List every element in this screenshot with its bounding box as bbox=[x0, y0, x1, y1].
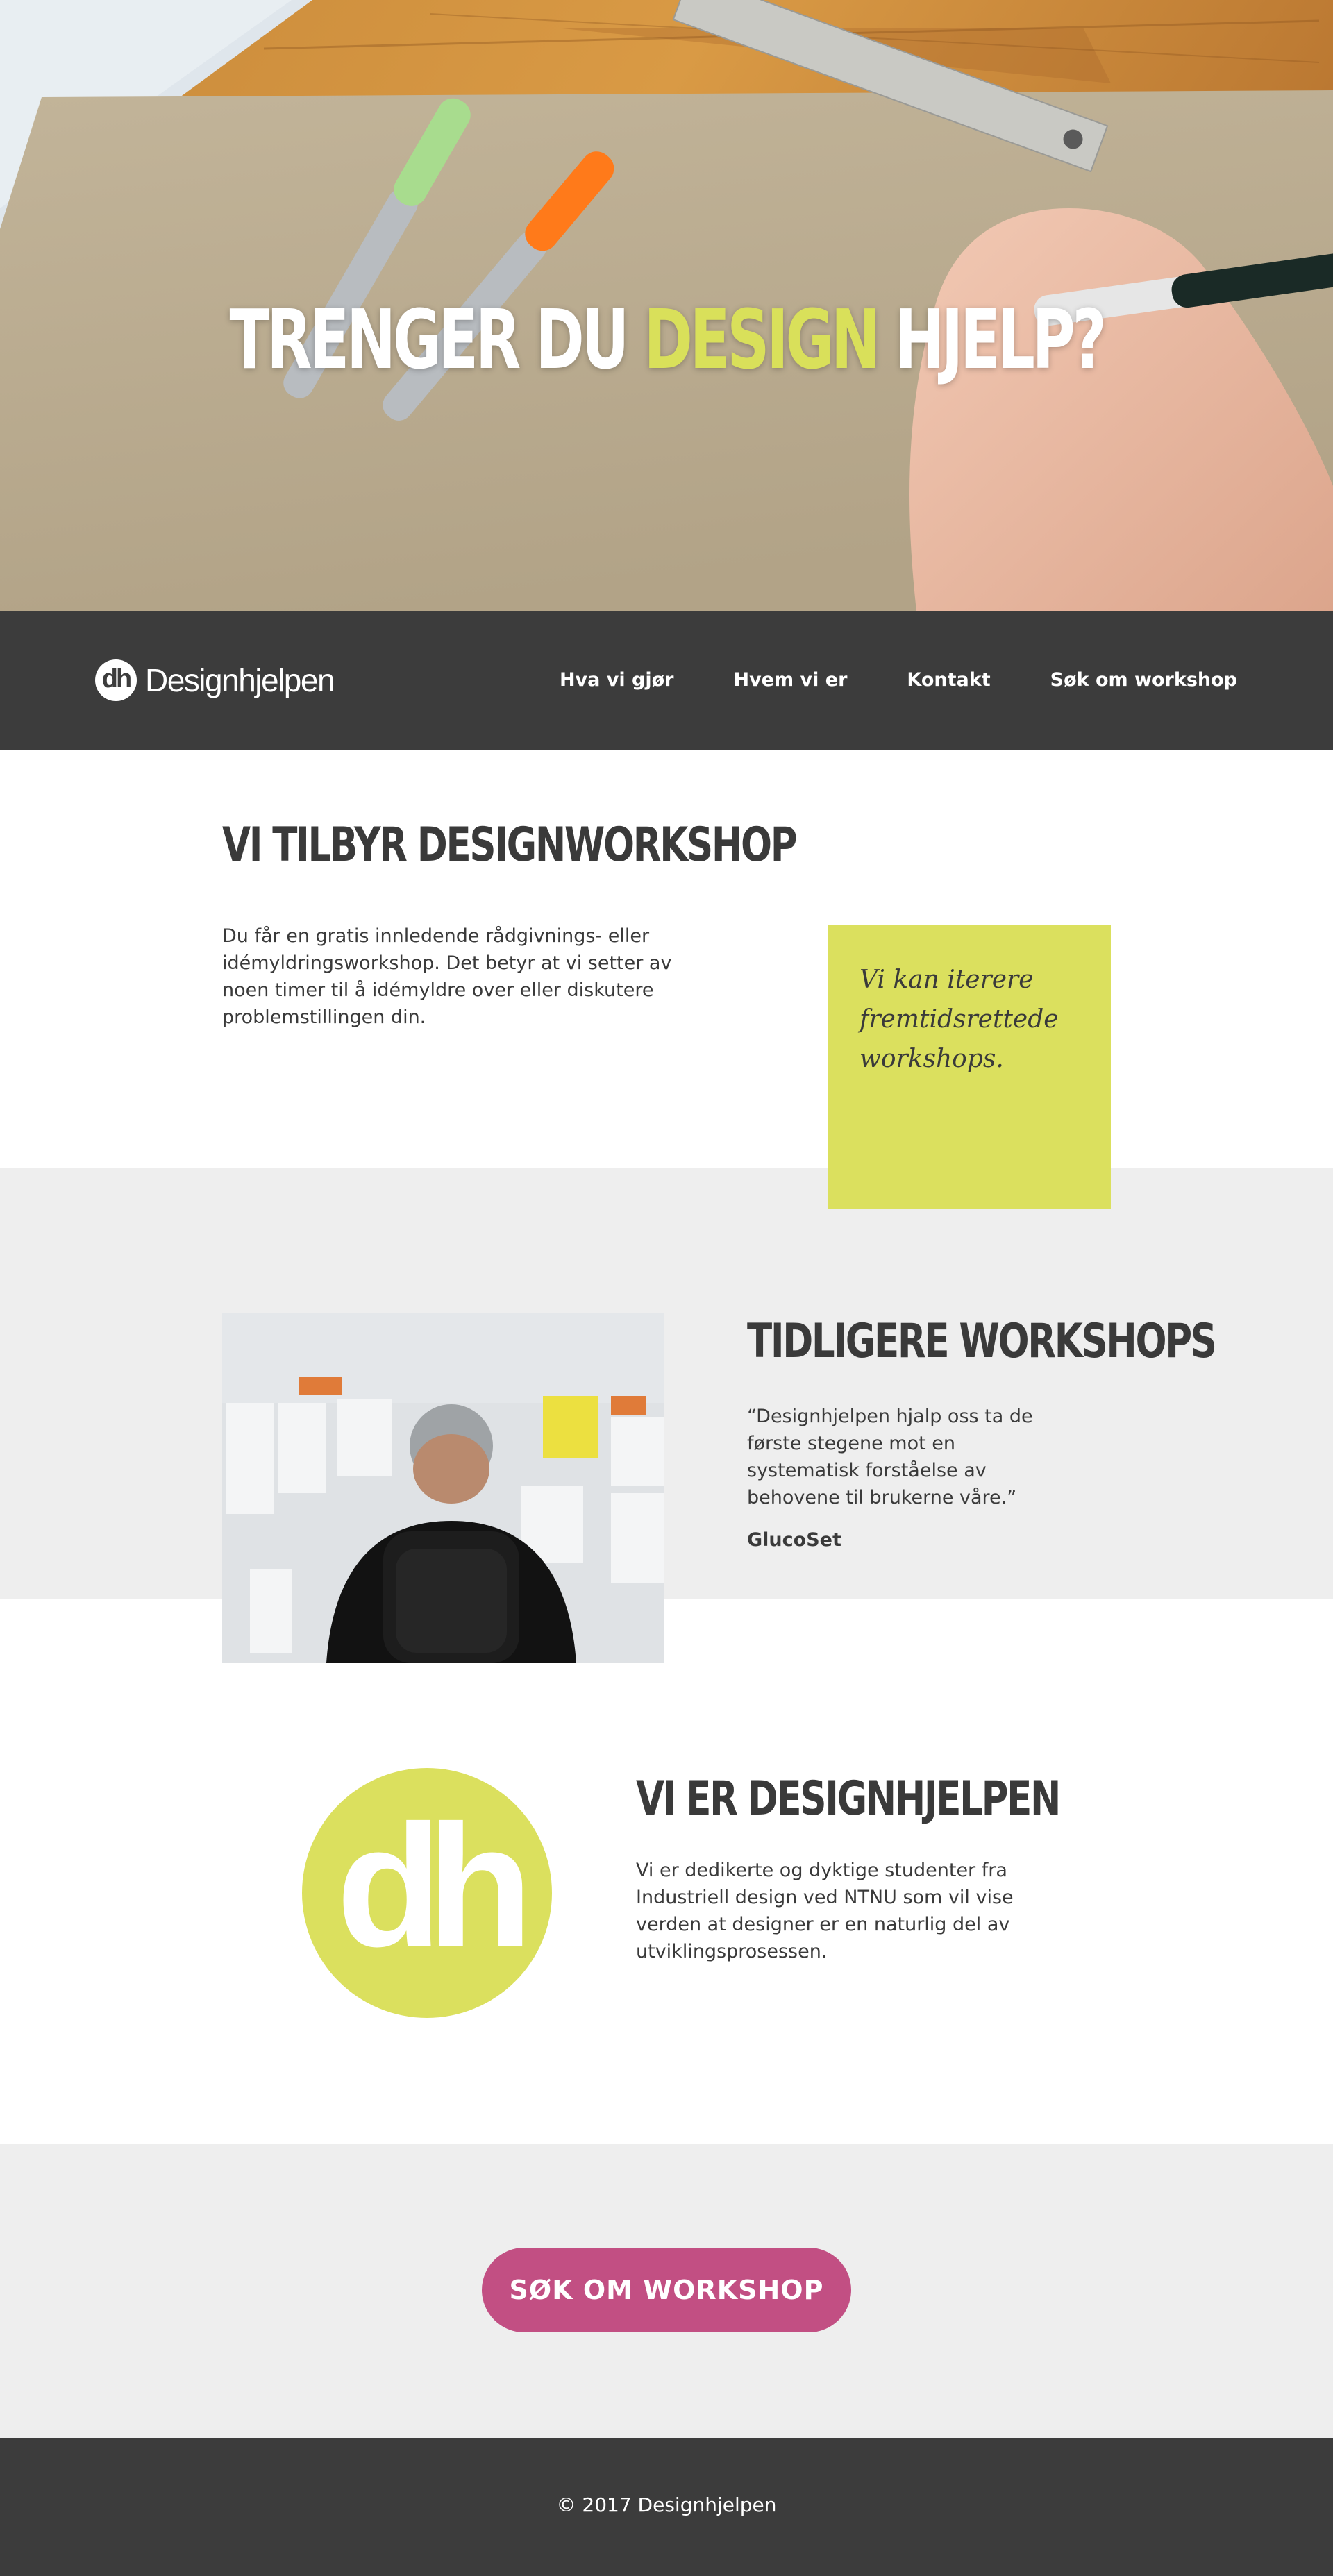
main-nav: Hva vi gjør Hvem vi er Kontakt Søk om wo… bbox=[560, 666, 1237, 694]
logo-mark-text: dh bbox=[101, 664, 132, 693]
big-logo-mark-text: dh bbox=[336, 1789, 533, 1982]
logo-text: Designhjelpen bbox=[145, 662, 335, 698]
about-text: Vi er dedikerte og dyktige studenter fra… bbox=[636, 1860, 1014, 1962]
offer-text: Du får en gratis innledende rådgivnings-… bbox=[222, 925, 672, 1028]
testimonial-quote: “Designhjelpen hjalp oss ta de første st… bbox=[747, 1406, 1033, 1508]
previous-workshops-title: TIDLIGERE WORKSHOPS bbox=[747, 1314, 1217, 1369]
hero-title: TRENGER DU DESIGN HJELP? bbox=[187, 292, 1146, 387]
hero-title-accent: DESIGN bbox=[644, 292, 880, 387]
testimonial-author: GlucoSet bbox=[747, 1529, 841, 1551]
sticky-note: Vi kan iterere fremtidsrettede workshops… bbox=[828, 925, 1111, 1209]
previous-workshops-band bbox=[0, 1168, 1333, 1599]
hero-title-part1: TRENGER DU bbox=[229, 292, 644, 387]
navbar: dh Designhjelpen Hva vi gjør Hvem vi er … bbox=[0, 611, 1333, 750]
offer-title: VI TILBYR DESIGNWORKSHOP bbox=[222, 818, 798, 873]
copyright-text: © 2017 Designhjelpen bbox=[556, 2493, 777, 2516]
workshop-photo-image bbox=[222, 1313, 664, 1663]
footer: © 2017 Designhjelpen bbox=[0, 2438, 1333, 2576]
designhjelpen-logo-icon: dh bbox=[302, 1768, 552, 2018]
nav-item-kontakt[interactable]: Kontakt bbox=[907, 666, 990, 694]
site-logo[interactable]: dh Designhjelpen bbox=[95, 658, 335, 702]
hero-section: TRENGER DU DESIGN HJELP? bbox=[0, 0, 1333, 611]
logo-mark-icon: dh bbox=[95, 659, 137, 701]
workshop-photo bbox=[222, 1313, 664, 1663]
about-title: VI ER DESIGNHJELPEN bbox=[636, 1771, 1061, 1826]
sticky-note-text: Vi kan iterere fremtidsrettede workshops… bbox=[860, 966, 1059, 1073]
nav-item-hvem-vi-er[interactable]: Hvem vi er bbox=[733, 666, 847, 694]
nav-item-hva-vi-gjor[interactable]: Hva vi gjør bbox=[560, 666, 674, 694]
apply-workshop-button[interactable]: SØK OM WORKSHOP bbox=[482, 2248, 851, 2332]
nav-item-sok-om-workshop[interactable]: Søk om workshop bbox=[1050, 666, 1237, 694]
hero-title-part2: HJELP? bbox=[877, 292, 1107, 387]
